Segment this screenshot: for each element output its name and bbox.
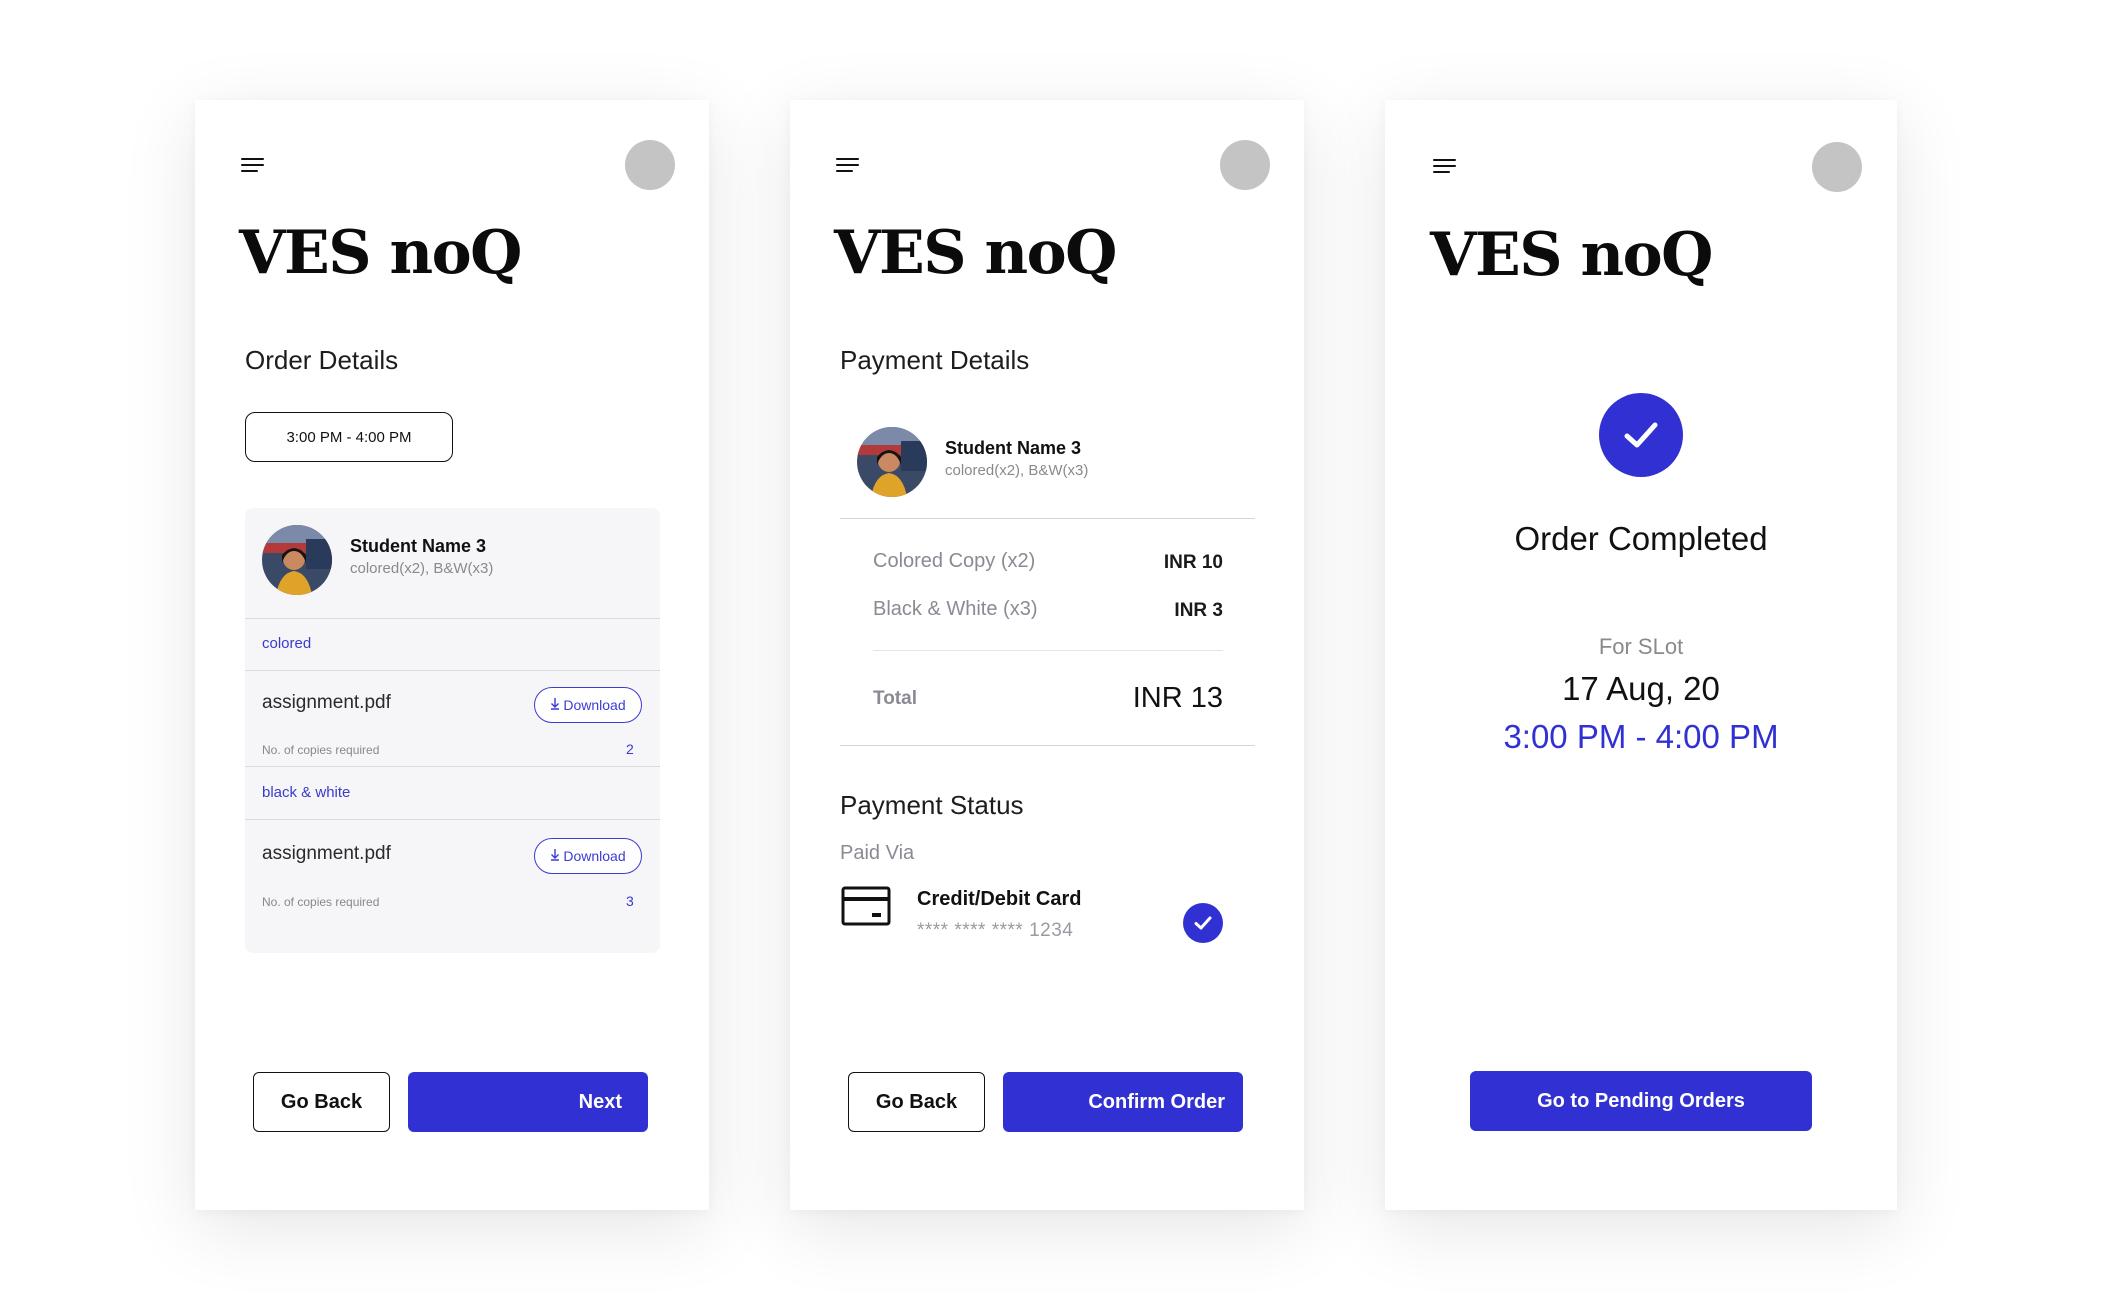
payment-selected-check-icon: [1183, 903, 1223, 943]
total-label: Total: [873, 688, 917, 709]
hamburger-menu-icon[interactable]: [836, 156, 860, 176]
divider: [873, 650, 1223, 652]
section-title-order-details: Order Details: [245, 345, 399, 375]
group-tag-bw: black & white: [262, 784, 351, 801]
student-photo: [262, 525, 332, 595]
divider: [840, 745, 1255, 747]
student-name: Student Name 3: [945, 438, 1082, 458]
student-print-summary: colored(x2), B&W(x3): [945, 462, 1089, 479]
paid-via-label: Paid Via: [840, 842, 915, 864]
divider: [245, 819, 660, 821]
line-item-label: Black & White (x3): [873, 598, 1038, 620]
go-back-button[interactable]: Go Back: [253, 1072, 390, 1132]
divider: [245, 618, 660, 620]
hamburger-menu-icon[interactable]: [1433, 157, 1457, 177]
time-slot-chip[interactable]: 3:00 PM - 4:00 PM: [245, 412, 453, 462]
profile-avatar[interactable]: [625, 140, 675, 190]
app-brand-title: VES noQ: [239, 218, 522, 288]
download-button[interactable]: Download: [534, 838, 642, 874]
section-title-payment-status: Payment Status: [840, 790, 1024, 820]
download-label: Download: [563, 848, 626, 864]
order-card: Student Name 3 colored(x2), B&W(x3) colo…: [245, 508, 660, 953]
slot-date: 17 Aug, 20: [1562, 670, 1720, 707]
copies-count: 3: [626, 893, 634, 909]
download-label: Download: [563, 697, 626, 713]
copies-label: No. of copies required: [262, 895, 380, 909]
for-slot-label: For SLot: [1598, 634, 1684, 659]
line-item-amount: INR 10: [1163, 552, 1223, 573]
download-arrow-icon: [550, 697, 560, 713]
go-to-pending-orders-button[interactable]: Go to Pending Orders: [1470, 1071, 1812, 1131]
hamburger-menu-icon[interactable]: [241, 156, 265, 176]
app-brand-title: VES noQ: [834, 218, 1117, 288]
next-button[interactable]: Next: [408, 1072, 648, 1132]
divider: [245, 766, 660, 768]
copies-label: No. of copies required: [262, 743, 380, 757]
profile-avatar[interactable]: [1220, 140, 1270, 190]
group-tag-colored: colored: [262, 635, 312, 652]
total-amount: INR 13: [1132, 682, 1223, 714]
divider: [840, 518, 1255, 520]
slot-time: 3:00 PM - 4:00 PM: [1503, 718, 1779, 755]
section-title-payment-details: Payment Details: [840, 345, 1030, 375]
order-completed-title: Order Completed: [1514, 520, 1768, 557]
file-name: assignment.pdf: [262, 692, 391, 713]
credit-card-icon: [841, 886, 891, 930]
line-item-label: Colored Copy (x2): [873, 550, 1036, 572]
copies-count: 2: [626, 741, 634, 757]
payment-method-name: Credit/Debit Card: [917, 888, 1082, 910]
download-arrow-icon: [550, 848, 560, 864]
file-name: assignment.pdf: [262, 843, 391, 864]
profile-avatar[interactable]: [1812, 142, 1862, 192]
app-brand-title: VES noQ: [1430, 220, 1713, 290]
student-photo: [857, 427, 927, 497]
card-number-masked: **** **** **** 1234: [917, 920, 1074, 941]
confirm-order-button[interactable]: Confirm Order: [1003, 1072, 1243, 1132]
order-completed-screen: VES noQ Order Completed For SLot 17 Aug,…: [1385, 100, 1897, 1210]
divider: [245, 670, 660, 672]
success-check-icon: [1599, 393, 1683, 477]
download-button[interactable]: Download: [534, 687, 642, 723]
line-item-amount: INR 3: [1174, 600, 1223, 621]
go-back-button[interactable]: Go Back: [848, 1072, 985, 1132]
student-print-summary: colored(x2), B&W(x3): [350, 560, 494, 577]
order-details-screen: VES noQ Order Details 3:00 PM - 4:00 PM …: [195, 100, 709, 1210]
payment-details-screen: VES noQ Payment Details Student Name 3 c…: [790, 100, 1304, 1210]
student-name: Student Name 3: [350, 536, 487, 556]
